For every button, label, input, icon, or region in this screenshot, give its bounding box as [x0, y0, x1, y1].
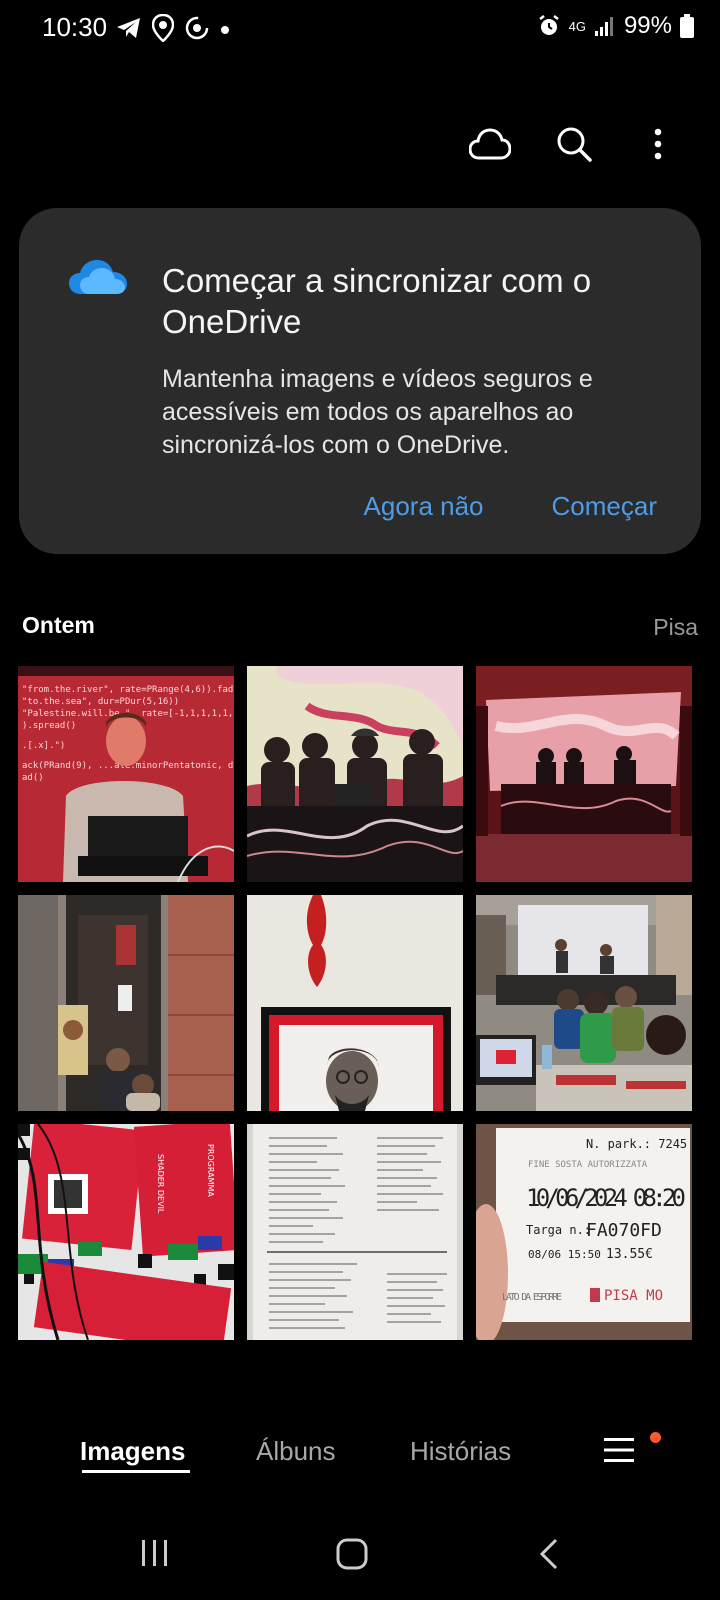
recents-icon: [140, 1540, 170, 1572]
photo-thumbnail[interactable]: [18, 895, 234, 1111]
svg-text:).spread(): ).spread(): [22, 721, 76, 731]
status-notification-icons: [116, 13, 230, 47]
ticket-park-number: N. park.: 7245: [586, 1137, 687, 1151]
back-button[interactable]: [538, 1538, 560, 1575]
date-section-location[interactable]: Pisa: [653, 614, 698, 641]
photo-thumbnail[interactable]: [476, 666, 692, 882]
battery-icon: [680, 14, 694, 38]
photo-thumbnail[interactable]: [247, 895, 463, 1111]
search-icon: [555, 125, 593, 168]
location-pin-icon: [151, 13, 175, 47]
card-body: Mantenha imagens e vídeos seguros e aces…: [162, 365, 593, 459]
photo-thumbnail[interactable]: [247, 1124, 463, 1340]
svg-text:"from.the.river", rate=PRange(: "from.the.river", rate=PRange(4,6)).fade…: [22, 685, 234, 695]
svg-text:SHADER DEVIL: SHADER DEVIL: [156, 1154, 165, 1214]
ticket-end-time: 08/06 15:50: [528, 1248, 601, 1261]
cloud-sync-button[interactable]: [468, 124, 512, 168]
notification-badge: [650, 1432, 661, 1443]
not-now-button[interactable]: Agora não: [364, 491, 484, 522]
photo-thumbnail[interactable]: SHADER DEVIL PROGRAMMA: [18, 1124, 234, 1340]
svg-text:ad(): ad(): [22, 773, 44, 783]
gallery-screen: 10:30 4G 99% Começar a sincronizar com o…: [0, 0, 720, 1600]
home-icon: [336, 1538, 368, 1574]
system-navigation-bar: [0, 1520, 720, 1600]
ticket-brand: PISA MO: [604, 1288, 663, 1304]
sync-icon: [184, 15, 210, 46]
telegram-icon: [116, 16, 142, 45]
cloud-icon: [468, 127, 512, 165]
onedrive-sync-card: Começar a sincronizar com o OneDrive Man…: [19, 208, 701, 554]
card-actions: Agora não Começar: [364, 491, 657, 522]
svg-text:PROGRAMMA: PROGRAMMA: [206, 1144, 215, 1197]
back-icon: [538, 1538, 560, 1574]
photo-thumbnail[interactable]: [247, 666, 463, 882]
photo-thumbnail[interactable]: [476, 895, 692, 1111]
status-time: 10:30: [42, 12, 108, 42]
onedrive-logo-icon: [67, 258, 129, 303]
recents-button[interactable]: [140, 1538, 170, 1573]
tab-albums[interactable]: Álbuns: [256, 1436, 336, 1467]
status-bar: 10:30 4G 99%: [0, 0, 720, 58]
network-type: 4G: [568, 18, 586, 34]
ticket-price: 13.55€: [606, 1247, 653, 1262]
active-tab-indicator: [82, 1470, 190, 1473]
tab-stories[interactable]: Histórias: [410, 1436, 511, 1467]
ticket-plate: FA070FD: [586, 1220, 662, 1241]
start-button[interactable]: Começar: [552, 491, 657, 522]
ticket-datetime: 10/06/2024 08:20: [526, 1184, 686, 1212]
status-system-icons: 4G 99%: [537, 12, 694, 40]
ticket-footer-left: LATO DA ESPORRE: [502, 1292, 562, 1303]
photo-thumbnail[interactable]: "from.the.river", rate=PRange(4,6)).fade…: [18, 666, 234, 882]
svg-text:.[.x]."): .[.x]."): [22, 741, 65, 751]
card-title: Começar a sincronizar com o OneDrive: [162, 262, 592, 340]
tab-images[interactable]: Imagens: [80, 1436, 186, 1467]
signal-icon: [594, 15, 616, 37]
photo-thumbnail[interactable]: N. park.: 7245 FINE SOSTA AUTORIZZATA 10…: [476, 1124, 692, 1340]
ticket-plate-label: Targa n.:: [526, 1223, 591, 1237]
battery-percent: 99%: [623, 12, 672, 39]
alarm-icon: [537, 14, 561, 38]
date-section-title: Ontem: [22, 612, 95, 638]
svg-text:"to.the.sea", dur=PDur(5,16)): "to.the.sea", dur=PDur(5,16)): [22, 697, 179, 707]
more-vert-icon: [654, 128, 662, 165]
home-button[interactable]: [336, 1538, 368, 1575]
search-button[interactable]: [552, 124, 596, 168]
ticket-line-1: FINE SOSTA AUTORIZZATA: [528, 1160, 648, 1170]
top-app-bar-actions: [468, 124, 680, 168]
dot-icon: [220, 22, 230, 40]
more-options-button[interactable]: [636, 124, 680, 168]
hamburger-menu-icon: [604, 1438, 634, 1468]
menu-button[interactable]: [604, 1436, 634, 1469]
